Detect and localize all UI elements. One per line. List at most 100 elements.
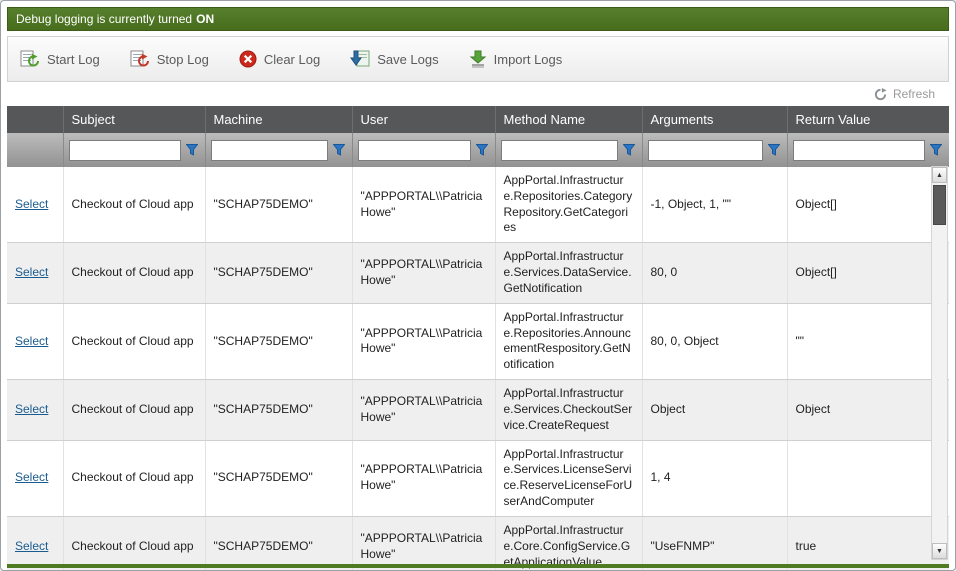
return-value-filter-input[interactable]	[793, 140, 926, 161]
cell-machine: "SCHAP75DEMO"	[205, 516, 352, 571]
column-header-subject[interactable]: Subject	[63, 106, 205, 133]
cell-subject: Checkout of Cloud app	[63, 167, 205, 243]
refresh-icon[interactable]	[874, 88, 887, 101]
cell-return-value: ""	[787, 303, 949, 379]
filter-cell-empty	[7, 133, 63, 167]
subject-filter-icon[interactable]	[184, 140, 200, 161]
cell-arguments: Object	[642, 380, 787, 440]
cell-method-name: AppPortal.Infrastructure.Repositories.An…	[495, 303, 642, 379]
cell-machine: "SCHAP75DEMO"	[205, 243, 352, 303]
debug-log-window: Debug logging is currently turned ON Sta…	[0, 0, 956, 571]
cell-method-name: AppPortal.Infrastructure.Core.ConfigServ…	[495, 516, 642, 571]
refresh-bar: Refresh	[7, 82, 949, 106]
select-link[interactable]: Select	[15, 539, 48, 553]
cell-arguments: "UseFNMP"	[642, 516, 787, 571]
import-logs-icon	[469, 50, 487, 68]
table-row: Select Checkout of Cloud app "SCHAP75DEM…	[7, 440, 949, 516]
save-logs-label: Save Logs	[377, 52, 438, 67]
user-filter-icon[interactable]	[474, 140, 490, 161]
cell-subject: Checkout of Cloud app	[63, 516, 205, 571]
log-toolbar: Start Log Stop Log	[7, 36, 949, 82]
select-link[interactable]: Select	[15, 265, 48, 279]
cell-machine: "SCHAP75DEMO"	[205, 440, 352, 516]
cell-return-value: Object[]	[787, 243, 949, 303]
cell-user: "APPPORTAL\\PatriciaHowe"	[352, 167, 495, 243]
cell-method-name: AppPortal.Infrastructure.Services.Licens…	[495, 440, 642, 516]
scroll-down-button[interactable]: ▼	[932, 543, 947, 559]
arguments-filter-icon[interactable]	[766, 140, 782, 161]
save-logs-button[interactable]: Save Logs	[350, 50, 438, 68]
cell-user: "APPPORTAL\\PatriciaHowe"	[352, 440, 495, 516]
cell-method-name: AppPortal.Infrastructure.Services.DataSe…	[495, 243, 642, 303]
select-link[interactable]: Select	[15, 402, 48, 416]
vertical-scrollbar[interactable]: ▲ ▼	[931, 166, 948, 560]
cell-subject: Checkout of Cloud app	[63, 440, 205, 516]
select-link[interactable]: Select	[15, 197, 48, 211]
window-bottom-strip	[7, 564, 949, 568]
column-header-return-value[interactable]: Return Value	[787, 106, 949, 133]
cell-subject: Checkout of Cloud app	[63, 243, 205, 303]
refresh-link[interactable]: Refresh	[893, 87, 935, 101]
cell-return-value: Object[]	[787, 167, 949, 243]
start-log-icon	[20, 50, 40, 68]
debug-log-grid: Subject Machine User Method Name Argumen…	[7, 106, 949, 571]
user-filter-input[interactable]	[358, 140, 471, 161]
column-header-machine[interactable]: Machine	[205, 106, 352, 133]
clear-log-label: Clear Log	[264, 52, 320, 67]
stop-log-label: Stop Log	[157, 52, 209, 67]
table-row: Select Checkout of Cloud app "SCHAP75DEM…	[7, 303, 949, 379]
start-log-label: Start Log	[47, 52, 100, 67]
import-logs-button[interactable]: Import Logs	[469, 50, 563, 68]
select-link[interactable]: Select	[15, 334, 48, 348]
table-row: Select Checkout of Cloud app "SCHAP75DEM…	[7, 380, 949, 440]
table-row: Select Checkout of Cloud app "SCHAP75DEM…	[7, 243, 949, 303]
cell-subject: Checkout of Cloud app	[63, 303, 205, 379]
scroll-up-button[interactable]: ▲	[932, 167, 947, 183]
save-logs-icon	[350, 50, 370, 68]
scrollbar-thumb[interactable]	[933, 185, 946, 225]
column-header-user[interactable]: User	[352, 106, 495, 133]
method-name-filter-icon[interactable]	[621, 140, 637, 161]
cell-machine: "SCHAP75DEMO"	[205, 303, 352, 379]
column-header-arguments[interactable]: Arguments	[642, 106, 787, 133]
debug-status-banner: Debug logging is currently turned ON	[7, 7, 949, 31]
cell-machine: "SCHAP75DEMO"	[205, 380, 352, 440]
debug-status-text: Debug logging is currently turned	[16, 12, 192, 26]
table-row: Select Checkout of Cloud app "SCHAP75DEM…	[7, 167, 949, 243]
cell-user: "APPPORTAL\\PatriciaHowe"	[352, 303, 495, 379]
cell-user: "APPPORTAL\\PatriciaHowe"	[352, 243, 495, 303]
stop-log-button[interactable]: Stop Log	[130, 50, 209, 68]
grid-filter-row	[7, 133, 949, 167]
cell-return-value: true	[787, 516, 949, 571]
arguments-filter-input[interactable]	[648, 140, 763, 161]
cell-method-name: AppPortal.Infrastructure.Repositories.Ca…	[495, 167, 642, 243]
cell-return-value	[787, 440, 949, 516]
cell-method-name: AppPortal.Infrastructure.Services.Checko…	[495, 380, 642, 440]
cell-user: "APPPORTAL\\PatriciaHowe"	[352, 380, 495, 440]
debug-status-value: ON	[196, 12, 214, 26]
table-row: Select Checkout of Cloud app "SCHAP75DEM…	[7, 516, 949, 571]
clear-log-icon	[239, 50, 257, 68]
cell-arguments: -1, Object, 1, ""	[642, 167, 787, 243]
return-value-filter-icon[interactable]	[928, 140, 944, 161]
grid-header-row: Subject Machine User Method Name Argumen…	[7, 106, 949, 133]
clear-log-button[interactable]: Clear Log	[239, 50, 320, 68]
cell-arguments: 80, 0	[642, 243, 787, 303]
method-name-filter-input[interactable]	[501, 140, 618, 161]
stop-log-icon	[130, 50, 150, 68]
cell-subject: Checkout of Cloud app	[63, 380, 205, 440]
import-logs-label: Import Logs	[494, 52, 563, 67]
start-log-button[interactable]: Start Log	[20, 50, 100, 68]
cell-return-value: Object	[787, 380, 949, 440]
scrollbar-track[interactable]	[932, 183, 947, 543]
subject-filter-input[interactable]	[69, 140, 181, 161]
cell-arguments: 1, 4	[642, 440, 787, 516]
machine-filter-input[interactable]	[211, 140, 328, 161]
column-header-select	[7, 106, 63, 133]
select-link[interactable]: Select	[15, 470, 48, 484]
column-header-method-name[interactable]: Method Name	[495, 106, 642, 133]
cell-machine: "SCHAP75DEMO"	[205, 167, 352, 243]
cell-arguments: 80, 0, Object	[642, 303, 787, 379]
cell-user: "APPPORTAL\\PatriciaHowe"	[352, 516, 495, 571]
machine-filter-icon[interactable]	[331, 140, 347, 161]
